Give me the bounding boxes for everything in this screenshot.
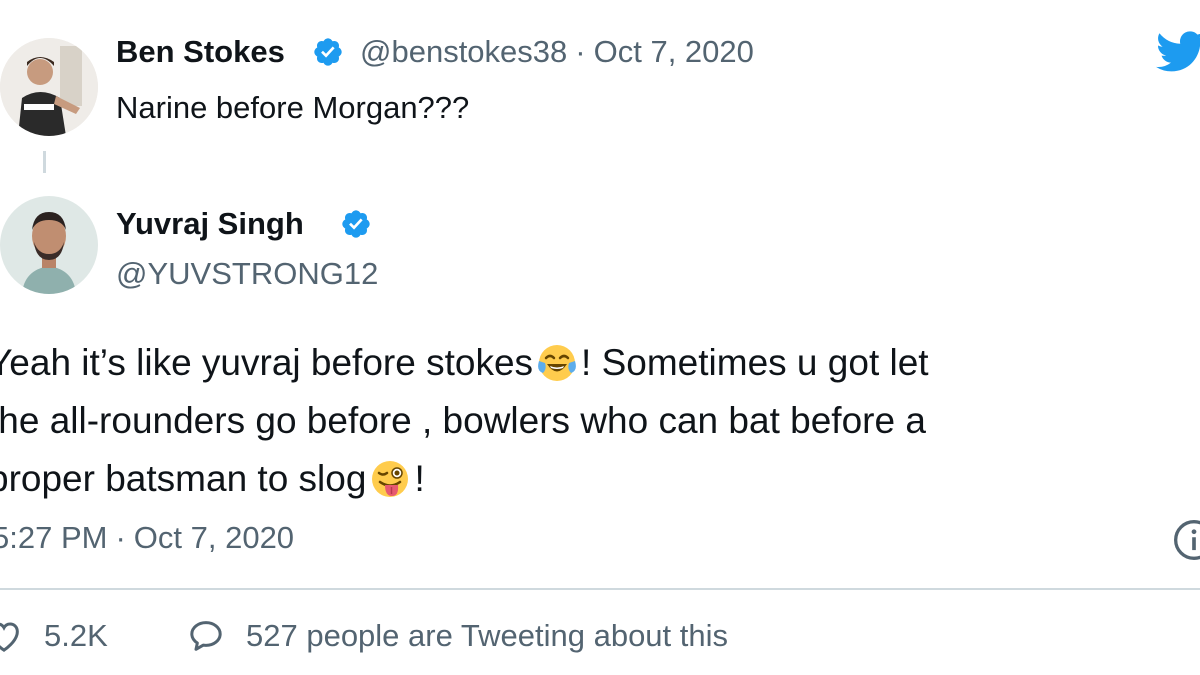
info-icon[interactable]	[1172, 518, 1200, 562]
author-handle[interactable]: @benstokes38	[360, 34, 567, 69]
speech-bubble-icon	[190, 621, 222, 651]
avatar-yuvraj-singh[interactable]	[0, 196, 98, 294]
conversation-link[interactable]: 527 people are Tweeting about this	[186, 613, 728, 659]
tweet-text-segment: !	[414, 458, 425, 499]
tweet-text-segment: ! Sometimes u got let	[581, 342, 929, 383]
author-name[interactable]: Yuvraj Singh	[116, 206, 304, 242]
meta-separator: ·	[575, 34, 586, 69]
tweet-text: Yeah it’s like yuvraj before stokes ! So…	[0, 334, 1188, 508]
tweet-text-line: Yeah it’s like yuvraj before stokes ! So…	[0, 334, 1188, 392]
verified-badge-icon	[312, 36, 344, 68]
conversation-label: 527 people are Tweeting about this	[246, 618, 729, 653]
author-handle[interactable]: @YUVSTRONG12	[116, 256, 378, 292]
tweet-text-line: the all-rounders go before , bowlers who…	[0, 400, 926, 441]
author-name[interactable]: Ben Stokes	[116, 34, 285, 70]
like-count: 5.2K	[44, 618, 108, 653]
face-with-tears-of-joy-icon	[537, 343, 577, 383]
tweet-date[interactable]: Oct 7, 2020	[594, 34, 754, 69]
like-button[interactable]: 5.2K	[0, 613, 108, 659]
twitter-bird-icon[interactable]	[1156, 30, 1200, 74]
thread-connector-line	[43, 151, 46, 173]
verified-badge-icon	[340, 208, 372, 240]
divider	[0, 588, 1200, 590]
tweet-meta: @benstokes38 · Oct 7, 2020	[360, 34, 754, 70]
heart-icon	[0, 622, 19, 652]
meta-separator: ·	[115, 520, 126, 555]
tweet-text-segment: proper batsman to slog	[0, 458, 367, 499]
avatar-ben-stokes[interactable]	[0, 38, 98, 136]
tweet-time: 5:27 PM	[0, 520, 108, 555]
tweet-date: Oct 7, 2020	[133, 520, 295, 555]
tweet-text-segment: Yeah it’s like yuvraj before stokes	[0, 342, 534, 383]
tweet-embed: Ben Stokes @benstokes38 · Oct 7, 2020 Nari…	[0, 0, 1200, 675]
tweet-text-line: proper batsman to slog !	[0, 450, 1188, 508]
winking-face-with-tongue-icon	[370, 459, 410, 499]
tweet-timestamp[interactable]: 5:27 PM · Oct 7, 2020	[0, 520, 294, 556]
parent-tweet-text: Narine before Morgan???	[116, 90, 470, 125]
